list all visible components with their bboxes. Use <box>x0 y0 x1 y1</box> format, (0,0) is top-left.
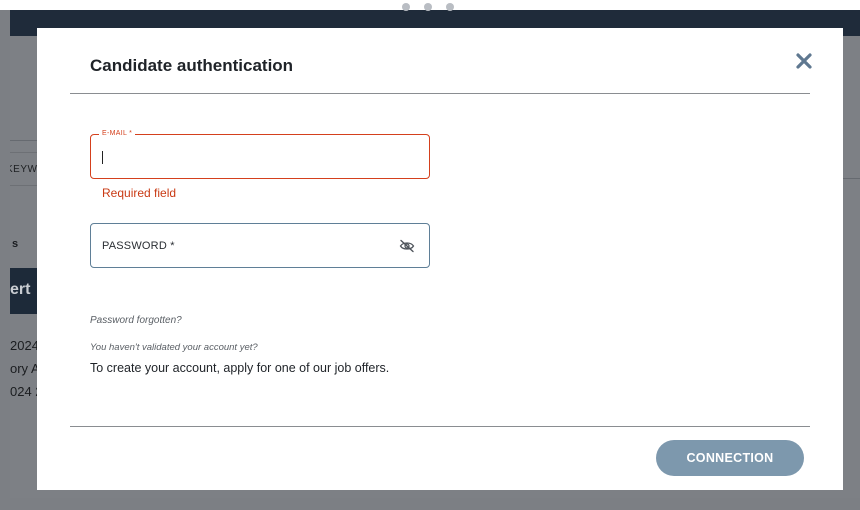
create-account-info: To create your account, apply for one of… <box>90 361 390 375</box>
close-icon[interactable] <box>793 50 815 72</box>
email-error-message: Required field <box>102 186 177 200</box>
password-field-label: PASSWORD * <box>102 240 175 252</box>
text-caret <box>102 151 103 164</box>
password-field[interactable]: PASSWORD * <box>90 223 430 268</box>
footer-divider <box>70 426 810 427</box>
forgot-password-link[interactable]: Password forgotten? <box>90 315 182 326</box>
background-list-line: ory A <box>10 361 37 376</box>
auth-modal: Candidate authentication E-MAIL * Requir… <box>37 28 843 490</box>
background-keyword-input: KEYW <box>10 152 37 186</box>
email-field[interactable]: E-MAIL * <box>90 130 430 179</box>
carousel-dots <box>402 3 454 11</box>
background-alert-button: ert <box>10 268 37 314</box>
background-section-label: s <box>12 238 19 250</box>
modal-title: Candidate authentication <box>90 56 294 75</box>
connection-button[interactable]: CONNECTION <box>656 440 804 476</box>
account-not-validated-link[interactable]: You haven't validated your account yet? <box>90 342 258 353</box>
background-list-line: 024 2 <box>10 384 37 399</box>
header-divider <box>70 93 810 94</box>
email-field-label: E-MAIL * <box>99 130 136 137</box>
background-divider <box>10 140 37 141</box>
eye-slash-icon[interactable] <box>399 239 415 253</box>
background-list-line: 2024 <box>10 338 37 353</box>
